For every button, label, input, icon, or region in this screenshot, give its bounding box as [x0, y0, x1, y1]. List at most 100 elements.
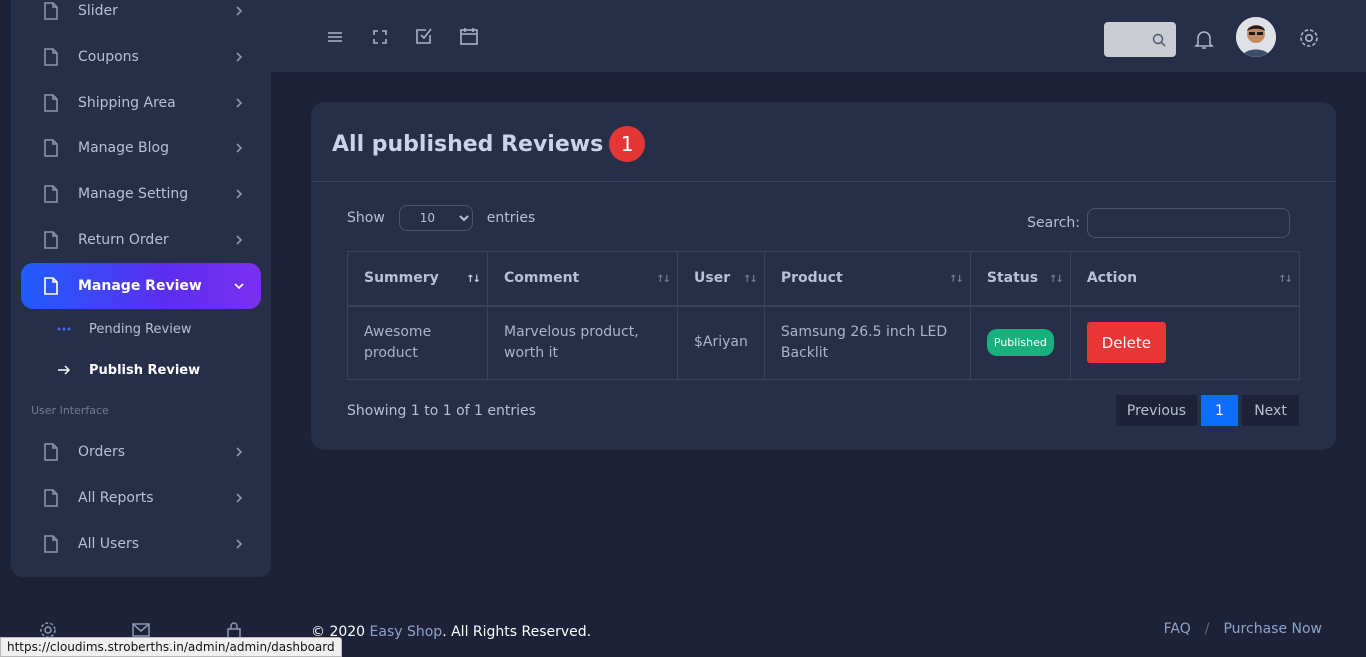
- sidebar-item-all-users[interactable]: All Users: [21, 521, 261, 567]
- sidebar-item-coupons[interactable]: Coupons: [21, 34, 261, 80]
- cell-action: Delete: [1069, 305, 1301, 380]
- table-row: Awesome product Marvelous product, worth…: [347, 305, 1301, 380]
- column-header-comment[interactable]: Comment ↑↓: [487, 251, 678, 307]
- sidebar-item-manage-setting[interactable]: Manage Setting: [21, 171, 261, 217]
- reviews-card: All published Reviews 1 Show 10 entries …: [311, 102, 1336, 450]
- chevron-right-icon: [236, 539, 243, 549]
- chevron-right-icon: [236, 493, 243, 503]
- card-title-text: All published Reviews: [332, 131, 604, 157]
- document-icon: [44, 93, 58, 112]
- avatar-image: [1236, 17, 1276, 57]
- pagination: Previous 1 Next: [1112, 395, 1299, 426]
- column-header-action[interactable]: Action ↑↓: [1069, 251, 1301, 307]
- sidebar-item-label: All Reports: [78, 490, 154, 506]
- column-header-user[interactable]: User ↑↓: [677, 251, 765, 307]
- table-header-row: Summery ↑↓ Comment ↑↓ User ↑↓ Product ↑↓ Sta…: [347, 251, 1301, 307]
- document-icon: [44, 138, 58, 157]
- page-1-button[interactable]: 1: [1201, 395, 1238, 426]
- chevron-right-icon: [236, 189, 243, 199]
- footer-separator: /: [1204, 621, 1210, 637]
- sidebar-item-label: Manage Review: [78, 278, 202, 294]
- chevron-right-icon: [236, 52, 243, 62]
- sort-icon: ↑↓: [466, 274, 481, 285]
- sidebar-item-slider[interactable]: Slider: [21, 0, 261, 34]
- sort-icon: ↑↓: [949, 274, 964, 285]
- document-icon: [44, 442, 58, 461]
- sidebar-item-orders[interactable]: Orders: [21, 429, 261, 475]
- document-icon: [44, 488, 58, 507]
- bell-icon[interactable]: [1193, 28, 1215, 50]
- cell-user: $Ariyan: [677, 305, 765, 380]
- subitem-label: Pending Review: [89, 321, 192, 337]
- table-info: Showing 1 to 1 of 1 entries: [347, 403, 536, 419]
- header-label: User: [694, 270, 731, 287]
- next-page-button[interactable]: Next: [1242, 395, 1299, 426]
- search-icon: [1152, 33, 1166, 47]
- document-icon: [44, 276, 58, 295]
- sort-icon: ↑↓: [1278, 274, 1293, 285]
- cell-product: Samsung 26.5 inch LED Backlit: [763, 305, 971, 380]
- fullscreen-icon[interactable]: [370, 27, 390, 47]
- chevron-right-icon: [236, 98, 243, 108]
- menu-icon[interactable]: [325, 27, 345, 47]
- sidebar-item-label: Coupons: [78, 49, 139, 65]
- show-label: Show: [347, 210, 385, 226]
- delete-button[interactable]: Delete: [1086, 322, 1166, 364]
- column-header-summery[interactable]: Summery ↑↓: [347, 251, 488, 307]
- sidebar-item-return-order[interactable]: Return Order: [21, 217, 261, 263]
- sidebar-subitem-pending-review[interactable]: Pending Review: [57, 317, 191, 341]
- gear-icon[interactable]: [1298, 27, 1320, 49]
- dots-icon: [57, 327, 73, 331]
- sidebar-item-manage-review[interactable]: Manage Review: [21, 263, 261, 309]
- top-header: [270, 0, 1366, 72]
- subitem-label: Publish Review: [89, 362, 201, 378]
- sidebar-item-all-reports[interactable]: All Reports: [21, 475, 261, 521]
- browser-status-bar: https://cloudims.stroberths.in/admin/adm…: [0, 637, 342, 657]
- page-title: All published Reviews 1: [332, 126, 646, 162]
- avatar[interactable]: [1236, 17, 1276, 57]
- document-icon: [44, 534, 58, 553]
- sidebar-item-shipping-area[interactable]: Shipping Area: [21, 80, 261, 126]
- column-header-status[interactable]: Status ↑↓: [969, 251, 1071, 307]
- sidebar-item-label: Manage Setting: [78, 186, 189, 202]
- sidebar-item-label: Orders: [78, 444, 126, 460]
- column-header-product[interactable]: Product ↑↓: [763, 251, 971, 307]
- chevron-right-icon: [236, 447, 243, 457]
- page-size-control: Show 10 entries: [347, 205, 535, 231]
- section-label-user-interface: User Interface: [31, 404, 109, 417]
- chevron-down-icon: [234, 283, 244, 290]
- header-label: Comment: [504, 270, 580, 287]
- footer-copyright: © 2020 Easy Shop. All Rights Reserved.: [311, 624, 591, 640]
- calendar-icon[interactable]: [459, 26, 479, 46]
- header-search[interactable]: [1104, 22, 1176, 57]
- sort-icon: ↑↓: [743, 274, 758, 285]
- header-label: Summery: [364, 270, 439, 287]
- document-icon: [44, 1, 58, 20]
- chevron-right-icon: [236, 6, 243, 16]
- sort-icon: ↑↓: [656, 274, 671, 285]
- search-label: Search:: [1027, 215, 1080, 231]
- table-search-input[interactable]: [1087, 208, 1290, 238]
- reviews-table: Summery ↑↓ Comment ↑↓ User ↑↓ Product ↑↓ Sta…: [347, 251, 1301, 380]
- sidebar-item-label: Manage Blog: [78, 140, 170, 156]
- sidebar-subitem-publish-review[interactable]: Publish Review: [57, 358, 200, 382]
- faq-link[interactable]: FAQ: [1164, 621, 1191, 637]
- previous-page-button[interactable]: Previous: [1116, 395, 1197, 426]
- footer-links: FAQ / Purchase Now: [1164, 621, 1322, 637]
- sort-icon: ↑↓: [1049, 274, 1064, 285]
- checkbox-icon[interactable]: [414, 26, 434, 46]
- sidebar-item-manage-blog[interactable]: Manage Blog: [21, 125, 261, 171]
- header-label: Status: [986, 270, 1039, 287]
- document-icon: [44, 47, 58, 66]
- sidebar-region: Slider Coupons Shipping Area Manage Blog…: [0, 0, 282, 657]
- chevron-right-icon: [236, 143, 243, 153]
- document-icon: [44, 230, 58, 249]
- header-label: Product: [780, 270, 843, 287]
- purchase-now-link[interactable]: Purchase Now: [1223, 621, 1322, 637]
- page-size-select[interactable]: 10: [398, 205, 473, 231]
- brand-link[interactable]: Easy Shop: [370, 624, 443, 640]
- table-search: Search:: [1027, 208, 1290, 238]
- header-label: Action: [1086, 270, 1138, 287]
- chevron-right-icon: [236, 235, 243, 245]
- cell-comment: Marvelous product, worth it: [487, 305, 678, 380]
